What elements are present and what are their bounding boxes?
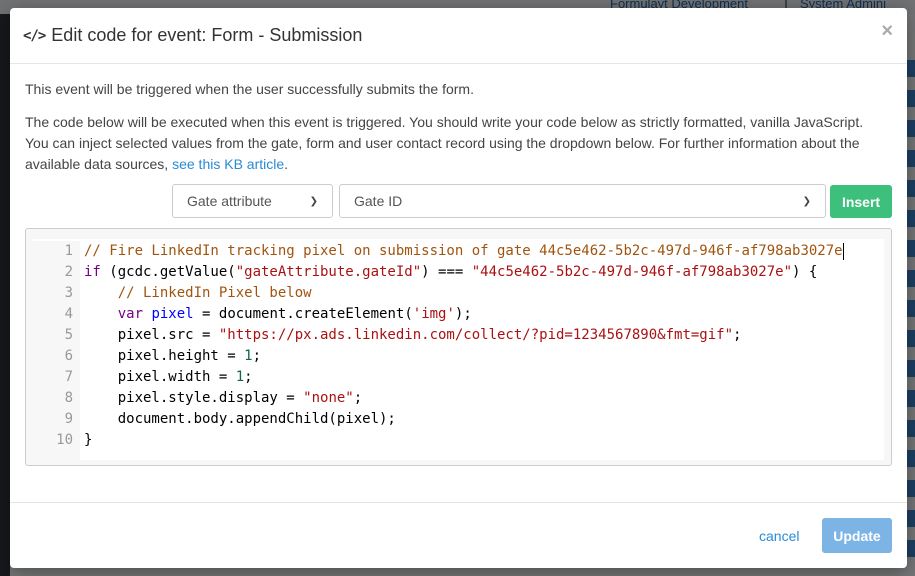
field-select[interactable]: Gate ID ❯ [339,184,826,218]
code-text: document.body.appendChild(pixel); [84,411,396,427]
chevron-down-icon: ❯ [309,195,318,207]
update-button[interactable]: Update [822,518,892,553]
insert-button[interactable]: Insert [830,185,892,218]
modal-header: </> Edit code for event: Form - Submissi… [10,8,907,64]
code-line: 2 if (gcdc.getValue("gateAttribute.gateId… [33,262,818,283]
line-number: 9 [64,411,73,427]
event-intro-text: This event will be triggered when the us… [25,81,474,97]
line-number: 1 [64,243,73,259]
event-description: The code below will be executed when thi… [25,112,887,175]
code-text: pixel.src = "https://px.ads.linkedin.com… [84,327,742,343]
code-text: // Fire LinkedIn tracking pixel on submi… [84,242,844,260]
close-button[interactable]: × [881,20,893,43]
code-text: pixel.height = 1; [84,348,262,364]
line-number: 6 [64,348,73,364]
code-line: 9 document.body.appendChild(pixel); [33,409,396,430]
description-end: . [284,156,289,172]
line-number: 3 [64,285,73,301]
data-source-select[interactable]: Gate attribute ❯ [172,184,333,218]
modal-title-text: Edit code for event: Form - Submission [51,25,363,45]
data-source-value: Gate attribute [187,193,272,209]
line-number: 10 [56,432,73,448]
line-number: 4 [64,306,73,322]
edit-code-modal: </> Edit code for event: Form - Submissi… [10,8,907,568]
text-cursor [842,242,844,260]
code-editor-area[interactable]: 1 // Fire LinkedIn tracking pixel on subm… [33,239,884,460]
code-line: 1 // Fire LinkedIn tracking pixel on subm… [33,241,844,262]
code-line: 6 pixel.height = 1; [33,346,261,367]
line-number: 5 [64,327,73,343]
line-number: 8 [64,390,73,406]
code-icon: </> [23,27,46,44]
code-line: 10} [33,430,92,451]
code-line: 4 var pixel = document.createElement('im… [33,304,472,325]
line-number: 7 [64,369,73,385]
modal-title: </> Edit code for event: Form - Submissi… [23,25,362,46]
code-text: var pixel = document.createElement('img'… [117,306,472,322]
kb-article-link[interactable]: see this KB article [172,156,284,172]
code-editor[interactable]: 1 // Fire LinkedIn tracking pixel on subm… [25,228,892,466]
code-text: // LinkedIn Pixel below [117,285,312,301]
cancel-button[interactable]: cancel [759,528,799,544]
code-text: pixel.width = 1; [84,369,253,385]
code-text: if (gcdc.getValue("gateAttribute.gateId"… [84,264,818,280]
code-line: 5 pixel.src = "https://px.ads.linkedin.c… [33,325,742,346]
line-number: 2 [64,264,73,280]
code-text: } [84,432,93,448]
chevron-down-icon: ❯ [802,195,811,207]
code-text: pixel.style.display = "none"; [84,390,363,406]
code-line: 8 pixel.style.display = "none"; [33,388,363,409]
code-line: 3 // LinkedIn Pixel below [33,283,312,304]
field-select-value: Gate ID [354,193,403,209]
description-text: The code below will be executed when thi… [25,114,864,172]
code-line: 7 pixel.width = 1; [33,367,253,388]
